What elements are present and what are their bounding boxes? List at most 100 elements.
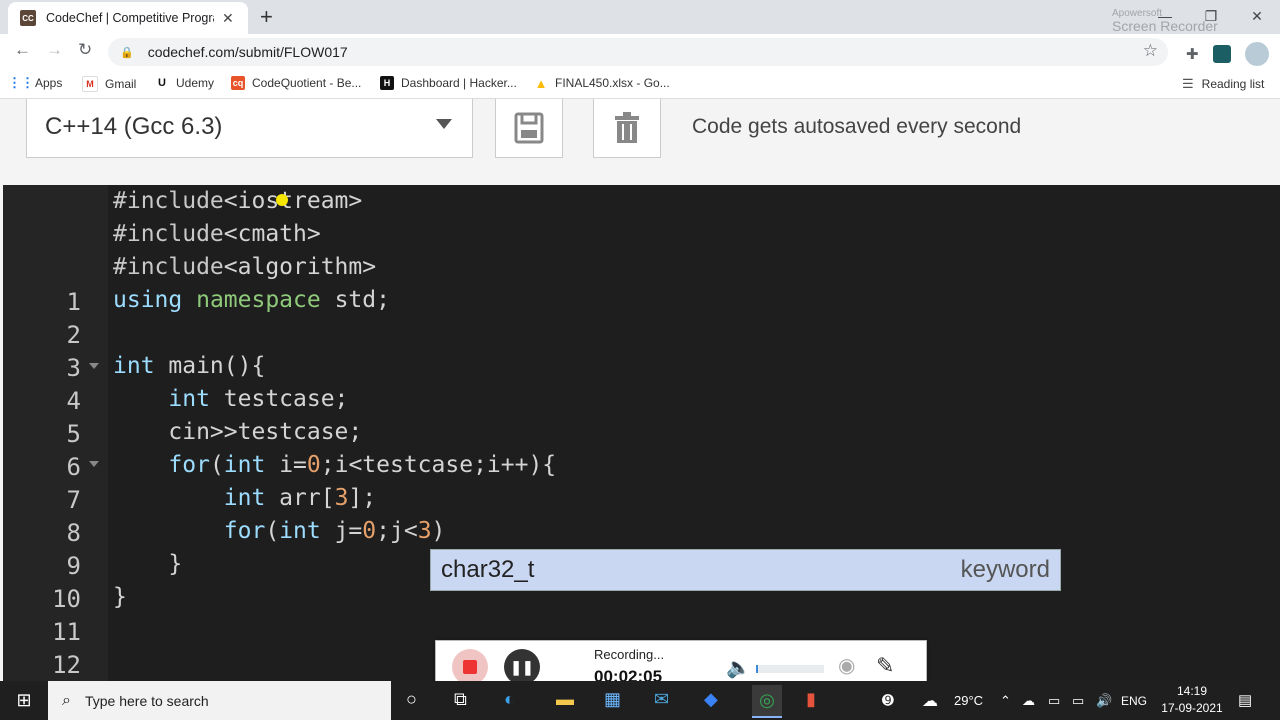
code-line[interactable]: int main(){ <box>113 353 265 379</box>
apps-grid-icon: ⋮⋮ <box>8 75 34 90</box>
close-window-icon[interactable]: ✕ <box>1234 0 1280 34</box>
cortana-icon[interactable]: ○ <box>406 689 417 710</box>
file-explorer-icon[interactable]: ▬ <box>556 689 574 710</box>
volume-slider[interactable] <box>756 665 824 673</box>
save-floppy-icon <box>514 112 544 144</box>
clock-time: 14:19 <box>1176 684 1208 698</box>
browser-tab-codechef[interactable]: CC CodeChef | Competitive Programm ✕ <box>8 2 248 34</box>
task-view-icon[interactable]: ⧉ <box>454 689 467 710</box>
editor-gutter: 1 2 3 4 5 6 7 8 9 10 11 12 13 <box>3 185 108 712</box>
code-line[interactable]: #include<cmath> <box>113 221 321 247</box>
reading-list-icon: ☰ <box>1182 76 1194 91</box>
extension-icon[interactable] <box>1212 45 1231 63</box>
url-text[interactable]: codechef.com/submit/FLOW017 <box>148 44 348 60</box>
browser-tab-strip: CC CodeChef | Competitive Programm ✕ + A… <box>0 0 1280 34</box>
tray-app-icon[interactable]: ➒ <box>882 692 894 709</box>
taskbar-clock[interactable]: 14:19 17-09-2021 <box>1152 683 1232 717</box>
bookmark-hackerrank[interactable]: H Dashboard | Hacker... <box>380 76 517 90</box>
clock-date: 17-09-2021 <box>1161 701 1223 715</box>
code-line[interactable]: cin>>testcase; <box>113 419 362 445</box>
line-number: 1 <box>66 288 81 316</box>
code-line[interactable]: int arr[3]; <box>113 485 376 511</box>
edge-icon[interactable]: ◐ <box>504 689 515 710</box>
bookmarks-bar: ⋮⋮ Apps M Gmail U Udemy cq CodeQuotient … <box>0 70 1280 99</box>
line-number: 6 <box>66 453 81 481</box>
code-line[interactable]: } <box>113 584 127 610</box>
bookmark-label: Dashboard | Hacker... <box>401 76 517 90</box>
reading-list-label: Reading list <box>1201 77 1265 91</box>
search-icon: ⌕ <box>62 691 71 709</box>
gmail-icon: M <box>82 76 98 92</box>
back-icon[interactable]: ← <box>14 40 31 60</box>
browser-toolbar: ← → ↻ 🔒 codechef.com/submit/FLOW017 ☆ ✚ … <box>0 34 1280 70</box>
line-number: 7 <box>66 486 81 514</box>
bookmark-gmail[interactable]: M Gmail <box>82 76 136 92</box>
bookmark-label: Udemy <box>176 76 215 90</box>
meet-icon[interactable]: ▭ <box>1048 693 1060 709</box>
taskbar-search-box[interactable]: ⌕ Type here to search <box>48 681 391 720</box>
temperature[interactable]: 29°C <box>954 693 983 708</box>
save-button[interactable] <box>495 99 563 158</box>
bookmark-codequotient[interactable]: cq CodeQuotient - Be... <box>231 76 361 90</box>
stop-icon <box>463 660 477 674</box>
bookmark-label: FINAL450.xlsx - Go... <box>555 76 670 90</box>
windows-start-icon[interactable]: ⊞ <box>0 681 48 720</box>
lock-icon[interactable]: 🔒 <box>120 46 134 59</box>
reading-list-button[interactable]: ☰ Reading list <box>1182 76 1264 92</box>
line-number: 2 <box>66 321 81 349</box>
code-line[interactable]: #include<iostream> <box>113 188 362 214</box>
tab-title: CodeChef | Competitive Programm <box>46 11 214 25</box>
trash-icon <box>615 112 639 143</box>
code-line[interactable]: } <box>113 551 182 577</box>
restore-icon[interactable]: ❐ <box>1188 0 1234 34</box>
bookmark-label: CodeQuotient - Be... <box>252 76 362 90</box>
bookmark-apps[interactable]: ⋮⋮ Apps <box>8 75 63 90</box>
weather-icon[interactable]: ☁ <box>922 691 938 711</box>
store-icon[interactable]: ▦ <box>604 689 621 710</box>
fold-arrow-icon[interactable] <box>89 461 99 467</box>
webcam-icon[interactable]: ◉ <box>838 653 855 678</box>
cloud-icon[interactable]: ☁ <box>1022 693 1035 709</box>
mail-icon[interactable]: ✉ <box>654 689 669 710</box>
windows-taskbar: ⊞ ⌕ Type here to search ○ ⧉ ◐ ▬ ▦ ✉ ◆ ◎ … <box>0 681 1280 720</box>
input-language[interactable]: ENG <box>1121 694 1147 708</box>
office-icon[interactable]: ▮ <box>806 689 816 710</box>
speaker-icon[interactable]: 🔈 <box>726 655 751 680</box>
codechef-favicon-icon: CC <box>20 10 36 26</box>
pen-icon[interactable]: ✎ <box>876 653 894 679</box>
delete-button[interactable] <box>593 99 661 158</box>
code-line[interactable]: using namespace std; <box>113 287 390 313</box>
stop-recording-button[interactable] <box>452 649 488 685</box>
forward-icon[interactable]: → <box>46 40 63 60</box>
fold-arrow-icon[interactable] <box>89 363 99 369</box>
autocomplete-popup[interactable]: char32_t keyword <box>430 549 1061 591</box>
code-line[interactable]: for(int i=0;i<testcase;i++){ <box>113 452 556 478</box>
volume-icon[interactable]: 🔊 <box>1096 693 1112 709</box>
battery-icon[interactable]: ▭ <box>1072 693 1084 709</box>
reload-icon[interactable]: ↻ <box>78 40 92 60</box>
line-number: 4 <box>66 387 81 415</box>
hackerrank-icon: H <box>380 76 394 90</box>
notification-icon[interactable]: ▤ <box>1238 691 1252 709</box>
autocomplete-suggestion[interactable]: char32_t <box>441 556 534 584</box>
code-line[interactable]: int testcase; <box>113 386 348 412</box>
language-select[interactable]: C++14 (Gcc 6.3) <box>26 99 473 158</box>
language-select-value: C++14 (Gcc 6.3) <box>45 113 223 140</box>
address-bar[interactable]: 🔒 codechef.com/submit/FLOW017 ☆ <box>108 38 1168 66</box>
bookmark-final450[interactable]: ▲ FINAL450.xlsx - Go... <box>534 76 670 91</box>
code-line[interactable]: for(int j=0;j<3) <box>113 518 446 544</box>
bookmark-label: Apps <box>35 76 63 90</box>
profile-avatar[interactable] <box>1244 42 1269 66</box>
pause-recording-button[interactable]: ❚❚ <box>504 649 540 685</box>
chrome-icon[interactable]: ◎ <box>752 685 782 718</box>
code-line[interactable]: #include<algorithm> <box>113 254 376 280</box>
minimize-icon[interactable]: — <box>1142 0 1188 34</box>
app-icon[interactable]: ◆ <box>704 689 718 710</box>
bookmark-udemy[interactable]: U Udemy <box>155 76 214 90</box>
close-tab-icon[interactable]: ✕ <box>222 10 234 27</box>
extensions-puzzle-icon[interactable]: ✚ <box>1186 45 1199 63</box>
bookmark-star-icon[interactable]: ☆ <box>1143 41 1158 61</box>
udemy-icon: U <box>158 77 166 89</box>
new-tab-button[interactable]: + <box>260 4 273 30</box>
tray-expand-icon[interactable]: ⌃ <box>1000 693 1011 709</box>
